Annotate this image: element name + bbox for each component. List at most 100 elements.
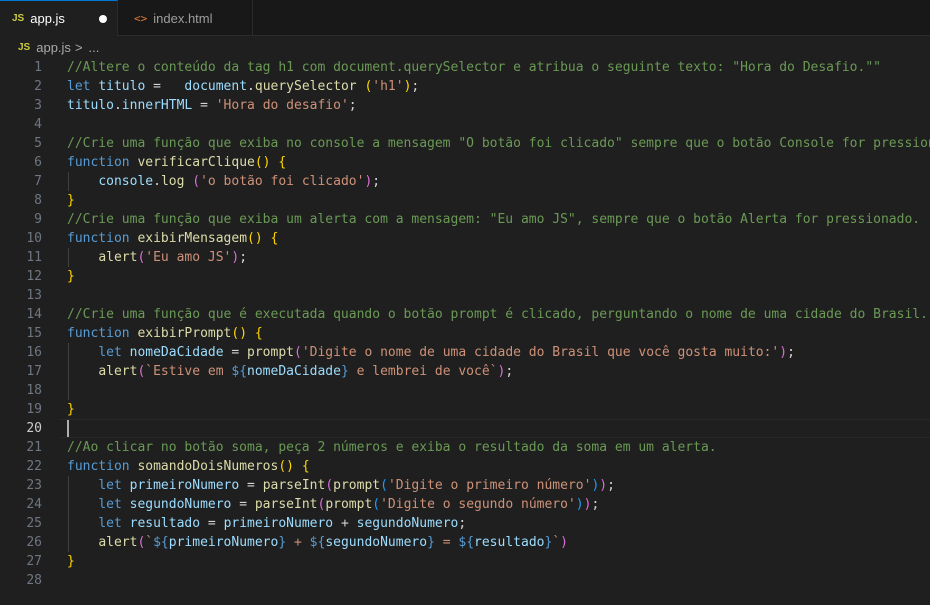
- code-token: (): [247, 231, 263, 246]
- line-code: }: [67, 552, 75, 571]
- code-token: {: [254, 326, 263, 341]
- line-number: 8: [34, 193, 42, 208]
- code-token: ): [779, 345, 788, 360]
- code-token: =: [145, 79, 185, 94]
- line-code: console.log ('o botão foi clicado');: [67, 172, 380, 191]
- code-line[interactable]: 21 //Ao clicar no botão soma, peça 2 núme…: [0, 438, 930, 457]
- code-token: prompt: [325, 497, 373, 512]
- code-token: ): [575, 497, 584, 512]
- indent-guide: [68, 248, 69, 267]
- code-token: (: [372, 497, 381, 512]
- code-token: =: [223, 345, 248, 360]
- code-line[interactable]: 24 let segundoNumero = parseInt(prompt('…: [0, 495, 930, 514]
- code-line[interactable]: 8}: [0, 191, 930, 210]
- code-token: function: [67, 231, 138, 246]
- code-token: (): [254, 155, 271, 170]
- code-token: ;: [372, 174, 381, 189]
- code-token: +: [286, 535, 310, 550]
- line-code: //Altere o conteúdo da tag h1 com docume…: [67, 58, 881, 77]
- line-number: 11: [26, 250, 42, 265]
- tab-index-html[interactable]: <> index.html: [118, 0, 253, 36]
- code-token: resultado: [129, 516, 201, 531]
- line-number: 17: [26, 364, 42, 379]
- code-line[interactable]: 5 //Crie uma função que exiba no console …: [0, 134, 930, 153]
- code-token: //Altere o conteúdo da tag h1 com docume…: [67, 60, 881, 75]
- line-code: function exibirMensagem() {: [67, 229, 278, 248]
- code-line[interactable]: 20: [0, 419, 930, 438]
- breadcrumb-file[interactable]: app.js: [36, 40, 71, 55]
- code-token: .: [247, 79, 255, 94]
- breadcrumb-symbols[interactable]: ...: [89, 40, 100, 55]
- code-line[interactable]: 2 let titulo = document.querySelector ('h…: [0, 77, 930, 96]
- code-token: {: [301, 459, 310, 474]
- code-editor[interactable]: 1 //Altere o conteúdo da tag h1 com docum…: [0, 58, 930, 605]
- indent-guide: [68, 172, 69, 191]
- code-token: prompt: [333, 478, 381, 493]
- line-number: 9: [34, 212, 42, 227]
- code-token: }: [67, 402, 75, 417]
- code-line[interactable]: 23 let primeiroNumero = parseInt(prompt(…: [0, 476, 930, 495]
- tab-app-js[interactable]: JS app.js: [0, 0, 118, 36]
- code-token: }: [67, 193, 75, 208]
- code-line[interactable]: 14 //Crie uma função que é executada quan…: [0, 305, 930, 324]
- code-line[interactable]: 16 let nomeDaCidade = prompt('Digite o n…: [0, 343, 930, 362]
- line-number: 16: [26, 345, 42, 360]
- code-line[interactable]: 12}: [0, 267, 930, 286]
- html-file-icon: <>: [134, 11, 148, 25]
- line-code: let primeiroNumero = parseInt(prompt('Di…: [67, 476, 615, 495]
- code-line[interactable]: 10 function exibirMensagem() {: [0, 229, 930, 248]
- line-number: 2: [34, 79, 42, 94]
- code-token: ): [560, 535, 568, 550]
- line-number: 5: [34, 136, 42, 151]
- code-line[interactable]: 11 alert('Eu amo JS');: [0, 248, 930, 267]
- code-line[interactable]: 1 //Altere o conteúdo da tag h1 com docum…: [0, 58, 930, 77]
- line-code: function exibirPrompt() {: [67, 324, 263, 343]
- code-token: `Estive em: [145, 364, 232, 379]
- code-token: //Crie uma função que exiba no console a…: [67, 136, 930, 151]
- code-line[interactable]: 19}: [0, 400, 930, 419]
- code-line[interactable]: 18: [0, 381, 930, 400]
- unsaved-dot-icon[interactable]: [99, 14, 107, 23]
- line-number: 14: [26, 307, 42, 322]
- code-token: (): [231, 326, 248, 341]
- code-line[interactable]: 26 alert(`${primeiroNumero} + ${segundoN…: [0, 533, 930, 552]
- code-token: ;: [787, 345, 795, 360]
- code-token: //Ao clicar no botão soma, peça 2 número…: [67, 440, 717, 455]
- code-token: 'Hora do desafio': [215, 98, 349, 113]
- code-token: let: [98, 345, 130, 360]
- code-token: }: [340, 364, 349, 379]
- code-line[interactable]: 25 let resultado = primeiroNumero + segu…: [0, 514, 930, 533]
- code-line[interactable]: 27}: [0, 552, 930, 571]
- line-number: 10: [26, 231, 42, 246]
- code-token: (): [278, 459, 294, 474]
- code-token: ${: [153, 535, 169, 550]
- code-token: querySelector: [254, 79, 357, 94]
- code-line[interactable]: 9 //Crie uma função que exiba um alerta c…: [0, 210, 930, 229]
- code-line[interactable]: 4: [0, 115, 930, 134]
- code-line[interactable]: 15 function exibirPrompt() {: [0, 324, 930, 343]
- line-code: let segundoNumero = parseInt(prompt('Dig…: [67, 495, 599, 514]
- line-number: 13: [26, 288, 42, 303]
- code-line[interactable]: 22 function somandoDoisNumeros() {: [0, 457, 930, 476]
- code-token: nomeDaCidade: [247, 364, 341, 379]
- code-token: =: [192, 98, 216, 113]
- code-line[interactable]: 3 titulo.innerHTML = 'Hora do desafio';: [0, 96, 930, 115]
- code-token: =: [200, 516, 224, 531]
- line-code: //Ao clicar no botão soma, peça 2 número…: [67, 438, 717, 457]
- code-line[interactable]: 28: [0, 571, 930, 590]
- code-line[interactable]: 17 alert(`Estive em ${nomeDaCidade} e le…: [0, 362, 930, 381]
- line-code: let titulo = document.querySelector ('h1…: [67, 77, 419, 96]
- code-token: alert: [98, 364, 138, 379]
- tab-bar: JS app.js <> index.html: [0, 0, 930, 36]
- code-line[interactable]: 7 console.log ('o botão foi clicado');: [0, 172, 930, 191]
- code-line[interactable]: 6 function verificarClique() {: [0, 153, 930, 172]
- code-token: .: [113, 98, 122, 113]
- code-line[interactable]: 13: [0, 286, 930, 305]
- code-token: }: [427, 535, 435, 550]
- code-token: nomeDaCidade: [129, 345, 224, 360]
- line-code: titulo.innerHTML = 'Hora do desafio';: [67, 96, 357, 115]
